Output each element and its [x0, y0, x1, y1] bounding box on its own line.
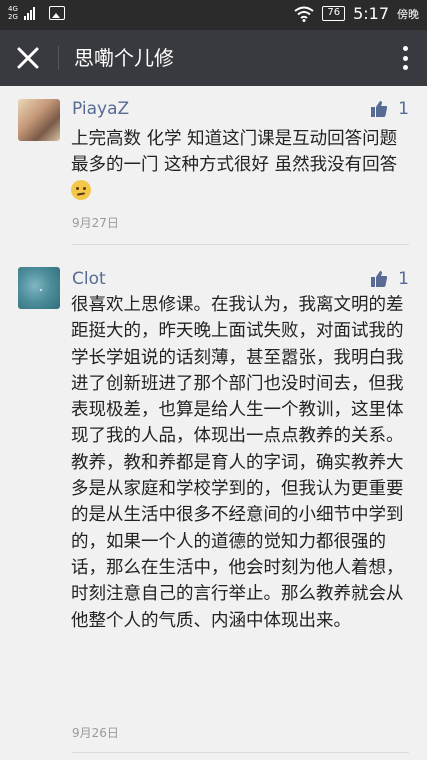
like-count: 1 — [398, 269, 409, 289]
page-title: 思嘞个儿修 — [74, 46, 174, 70]
thumbs-up-icon — [371, 271, 388, 287]
status-left: 4G 2G — [8, 5, 65, 21]
image-notification-icon — [48, 6, 65, 20]
clock-time: 5:17 — [353, 4, 389, 23]
status-bar: 4G 2G 76 5:17 傍晚 — [0, 0, 427, 30]
status-right: 76 5:17 傍晚 — [294, 4, 419, 23]
comment-text-body: 上完高数 化学 知道这门课是互动回答问题最多的一门 这种方式很好 虽然我没有回答 — [71, 129, 398, 176]
header-divider — [58, 46, 59, 70]
comment-text: 很喜欢上思修课。在我认为，我离文明的差距挺大的，昨天晚上面试失败，对面试我的学长… — [71, 295, 404, 631]
avatar[interactable] — [18, 99, 60, 141]
clock-period: 傍晚 — [397, 7, 419, 21]
more-dot — [402, 65, 408, 70]
more-dot — [402, 55, 408, 61]
comment-date: 9月26日 — [72, 726, 119, 740]
network-type: 4G 2G — [8, 5, 18, 21]
commenter-name[interactable]: Clot — [72, 269, 106, 289]
avatar[interactable] — [18, 267, 60, 309]
thumbs-up-icon — [371, 101, 388, 117]
like-button[interactable]: 1 — [370, 99, 409, 119]
wifi-icon — [294, 6, 314, 22]
divider — [72, 752, 409, 753]
signal-icon — [23, 6, 35, 20]
close-icon — [17, 47, 39, 69]
close-button[interactable] — [14, 44, 42, 72]
battery-icon: 76 — [322, 6, 346, 21]
comment-date: 9月27日 — [72, 216, 119, 230]
commenter-name[interactable]: PiayaZ — [72, 99, 129, 119]
like-count: 1 — [398, 99, 409, 119]
comment-text: 上完高数 化学 知道这门课是互动回答问题最多的一门 这种方式很好 虽然我没有回答 — [71, 126, 413, 205]
embarrassed-emoji-icon — [71, 179, 91, 200]
network-top-label: 4G — [8, 5, 18, 13]
app-bar: 思嘞个儿修 — [0, 30, 427, 86]
divider — [72, 244, 409, 245]
like-button[interactable]: 1 — [370, 269, 409, 289]
network-bottom-label: 2G — [8, 13, 18, 21]
more-button[interactable] — [395, 44, 415, 72]
more-vertical-icon — [402, 46, 408, 51]
